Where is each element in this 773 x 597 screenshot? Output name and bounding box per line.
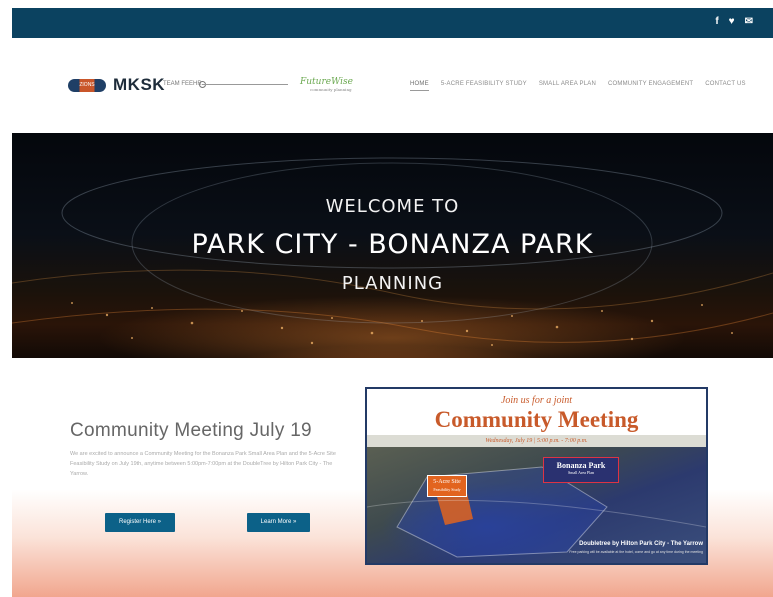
twitter-icon[interactable]: ♥ (729, 16, 735, 28)
flyer-small-print: Free parking will be available at the ho… (569, 550, 703, 554)
hero-banner: WELCOME TO PARK CITY - BONANZA PARK PLAN… (12, 133, 773, 358)
meeting-title: Community Meeting July 19 (70, 420, 312, 441)
zions-logo[interactable]: ZIONS (68, 79, 106, 92)
learn-more-button[interactable]: Learn More » (247, 513, 310, 532)
flyer-bonanza-label: Bonanza Park Small Area Plan (543, 457, 619, 483)
team-logo-line (202, 84, 288, 85)
nav-community-engagement[interactable]: COMMUNITY ENGAGEMENT (608, 81, 693, 91)
nav-small-area-plan[interactable]: SMALL AREA PLAN (539, 81, 596, 91)
flyer-acre-label: 5-Acre Site Feasibility Study (427, 475, 467, 497)
main-nav: HOME 5-ACRE FEASIBILITY STUDY SMALL AREA… (410, 81, 746, 91)
hero-welcome: WELCOME TO (325, 196, 460, 217)
top-bar: f ♥ ✉ (12, 8, 773, 38)
flyer-title: Community Meeting (434, 407, 639, 432)
hero-subtitle: PLANNING (341, 273, 444, 294)
flyer-venue: Doubletree by Hilton Park City - The Yar… (579, 541, 703, 547)
team-logo: TEAM FEEHR (163, 81, 202, 87)
hero-title: PARK CITY - BONANZA PARK (191, 229, 594, 260)
email-icon[interactable]: ✉ (745, 16, 753, 28)
register-button[interactable]: Register Here » (105, 513, 175, 532)
nav-home[interactable]: HOME (410, 81, 429, 91)
meeting-flyer[interactable]: Join us for a joint Community Meeting We… (365, 387, 708, 565)
futurewise-logo[interactable]: FutureWise community planning (300, 77, 353, 92)
meeting-description: We are excited to announce a Community M… (70, 451, 336, 477)
flyer-join-text: Join us for a joint (500, 395, 573, 406)
facebook-icon[interactable]: f (715, 16, 718, 28)
nav-5-acre-feasibility-study[interactable]: 5-ACRE FEASIBILITY STUDY (441, 81, 527, 91)
nav-contact-us[interactable]: CONTACT US (705, 81, 745, 91)
mksk-logo[interactable]: MKSK (113, 75, 165, 95)
flyer-date: Wednesday, July 19 | 5:00 p.m. - 7:00 p.… (367, 435, 706, 447)
social-links: f ♥ ✉ (715, 16, 753, 28)
